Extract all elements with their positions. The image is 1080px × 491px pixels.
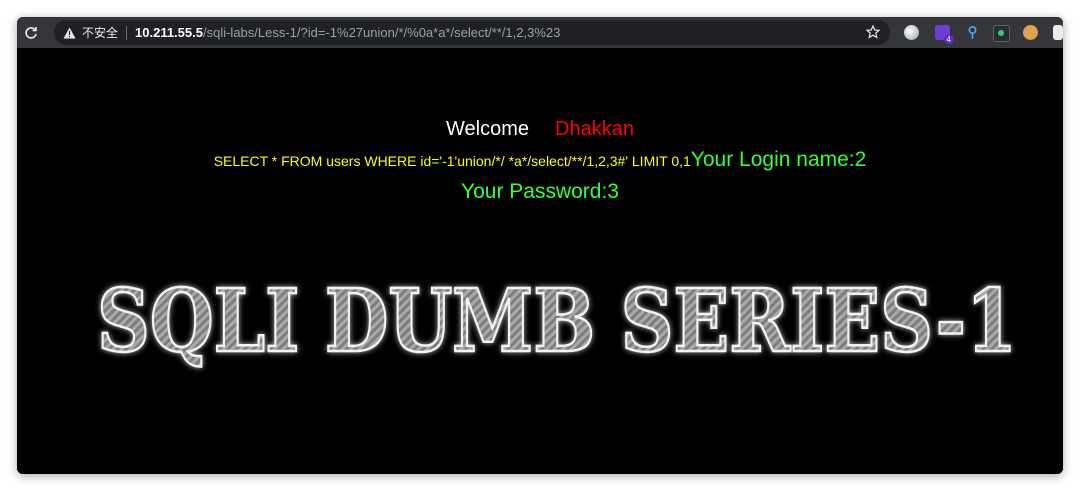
browser-toolbar: 不安全 10.211.55.5/sqli-labs/Less-1/?id=-1%…: [17, 17, 1063, 48]
moon-extension-icon[interactable]: [904, 25, 919, 40]
query-line: SELECT * FROM users WHERE id='-1'union/*…: [17, 148, 1063, 172]
address-divider: [126, 25, 128, 40]
address-bar[interactable]: 不安全 10.211.55.5/sqli-labs/Less-1/?id=-1%…: [54, 20, 890, 45]
partial-extension-icon[interactable]: [1053, 25, 1063, 40]
puzzle-extension-icon[interactable]: 4: [935, 25, 954, 44]
reload-icon: [25, 26, 37, 39]
camera-extension-icon[interactable]: [993, 25, 1010, 42]
sql-query: SELECT * FROM users WHERE id='-1'union/*…: [213, 153, 691, 169]
welcome-text: Welcome: [446, 118, 530, 140]
user-name: Dhakkan: [555, 118, 634, 140]
url-host: 10.211.55.5: [135, 25, 203, 40]
pin-extension-icon[interactable]: [965, 25, 980, 40]
extension-badge: 4: [943, 35, 954, 44]
browser-window: 不安全 10.211.55.5/sqli-labs/Less-1/?id=-1%…: [17, 17, 1063, 474]
star-icon[interactable]: [866, 25, 880, 39]
welcome-line: Welcome Dhakkan: [17, 118, 1063, 141]
reload-button[interactable]: [17, 17, 45, 48]
banner-text: SQLI DUMB SERIES-1: [97, 271, 1017, 372]
page-content: Welcome Dhakkan SELECT * FROM users WHERE…: [17, 48, 1063, 474]
cookie-extension-icon[interactable]: [1023, 25, 1038, 40]
password: Your Password:3: [461, 180, 619, 203]
security-label[interactable]: 不安全: [82, 24, 118, 41]
sqli-dumb-series-banner: SQLI DUMB SERIES-1: [96, 270, 1019, 373]
url-text[interactable]: 10.211.55.5/sqli-labs/Less-1/?id=-1%27un…: [135, 25, 560, 40]
warning-icon[interactable]: [62, 26, 76, 40]
login-name: Your Login name:2: [690, 148, 867, 171]
url-path: /sqli-labs/Less-1/?id=-1%27union/*/%0a*a…: [202, 25, 561, 40]
